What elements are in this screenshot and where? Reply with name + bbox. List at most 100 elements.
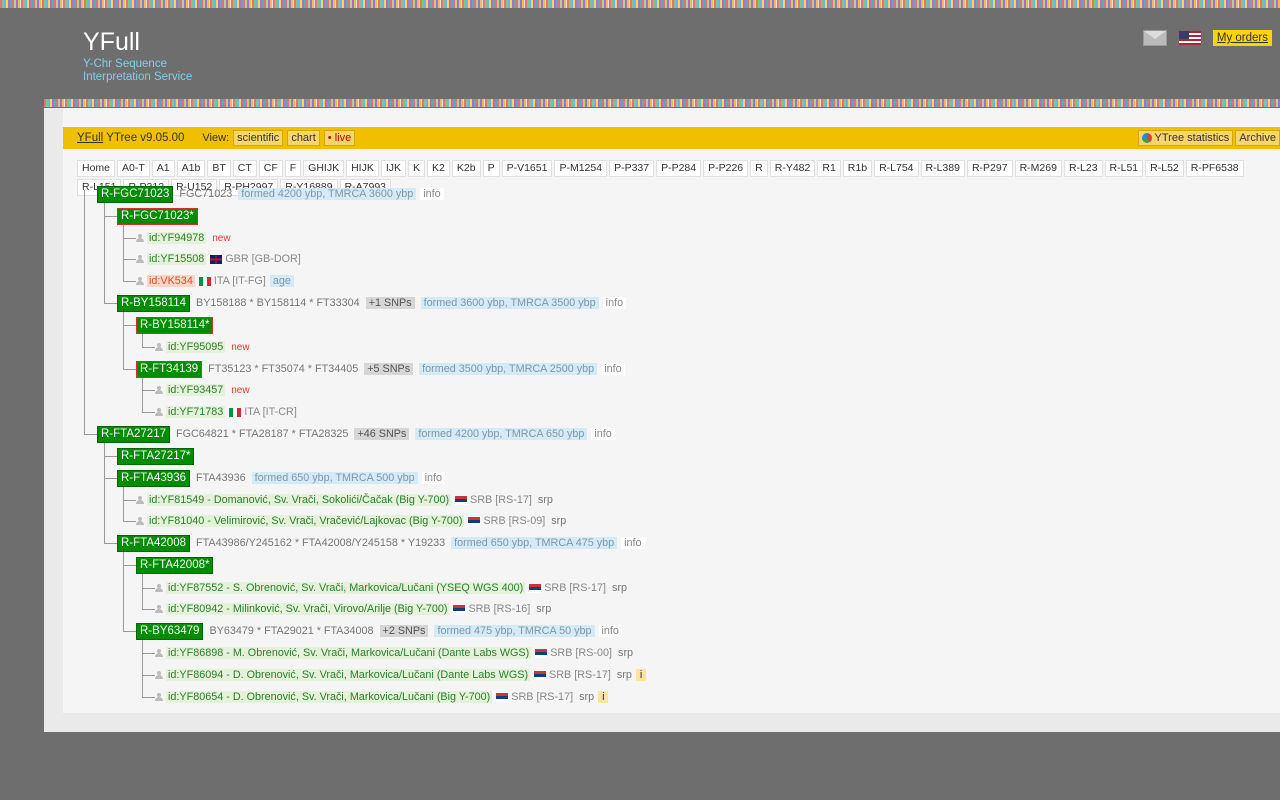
- nav-item[interactable]: GHIJK: [303, 160, 345, 177]
- snp-count-button[interactable]: +5 SNPs: [364, 363, 414, 375]
- haplogroup-node[interactable]: R-FT34139: [136, 360, 203, 378]
- nav-item[interactable]: P: [482, 160, 500, 177]
- us-flag-icon[interactable]: [1178, 31, 1201, 45]
- age-estimate: formed 3500 ybp, TMRCA 2500 ybp: [419, 363, 598, 375]
- sample-row: id:YF93457 new: [155, 382, 250, 398]
- nav-item[interactable]: R-L23: [1063, 160, 1103, 177]
- info-link[interactable]: info: [421, 472, 446, 484]
- haplogroup-node[interactable]: R-FTA27217: [97, 425, 170, 443]
- nav-item[interactable]: R-Y482: [769, 160, 816, 177]
- snp-list: BY158188 * BY158114 * FT33304: [196, 297, 360, 309]
- sample-id-link[interactable]: id:YF93457: [166, 384, 226, 396]
- haplogroup-node[interactable]: R-FTA42008*: [136, 556, 214, 574]
- nav-item[interactable]: P-V1651: [501, 160, 553, 177]
- info-badge[interactable]: i: [598, 691, 609, 703]
- sample-id-link[interactable]: id:YF94978: [147, 232, 207, 244]
- language-tag: srp: [616, 669, 632, 681]
- ytree-statistics-button[interactable]: YTree statistics: [1137, 130, 1234, 146]
- person-icon: [136, 255, 144, 263]
- info-badge[interactable]: i: [635, 669, 647, 681]
- tree-connector: [84, 434, 97, 435]
- info-link[interactable]: info: [601, 363, 625, 375]
- nav-item[interactable]: HIJK: [346, 160, 379, 177]
- language-tag: srp: [537, 494, 553, 506]
- rs-flag-icon: [535, 648, 548, 658]
- sample-origin: SRB [RS-09]: [483, 515, 546, 527]
- nav-item[interactable]: R-P297: [966, 160, 1013, 177]
- view-scientific-button[interactable]: scientific: [233, 130, 284, 146]
- info-link[interactable]: info: [591, 428, 615, 440]
- view-live-button[interactable]: • live: [323, 130, 356, 146]
- info-link[interactable]: info: [598, 625, 622, 637]
- sample-id-link[interactable]: id:YF80942 - Milinković, Sv. Vrači, Viro…: [166, 603, 450, 615]
- snp-count-button[interactable]: +46 SNPs: [354, 428, 410, 440]
- mail-icon[interactable]: [1142, 30, 1167, 46]
- haplogroup-node[interactable]: R-FTA43936: [117, 469, 190, 487]
- nav-item[interactable]: R-L754: [874, 160, 919, 177]
- tree-connector: [123, 325, 136, 326]
- language-tag: srp: [612, 582, 628, 594]
- nav-item[interactable]: A1: [151, 160, 175, 177]
- nav-item[interactable]: P-P226: [703, 160, 749, 177]
- person-icon: [136, 234, 144, 242]
- haplogroup-node[interactable]: R-FGC71023: [97, 185, 174, 203]
- nav-item[interactable]: K2b: [451, 160, 481, 177]
- sample-id-link[interactable]: id:YF80654 - D. Obrenović, Sv. Vrači, Ma…: [166, 691, 493, 703]
- yfull-link[interactable]: YFull: [77, 132, 103, 144]
- tree-connector: [142, 377, 143, 412]
- my-orders-link[interactable]: My orders: [1212, 30, 1272, 46]
- nav-item[interactable]: R1b: [842, 160, 873, 177]
- haplogroup-node[interactable]: R-FTA42008: [117, 534, 190, 552]
- nav-item[interactable]: K: [408, 160, 426, 177]
- sample-id-link[interactable]: id:YF15508: [147, 253, 207, 265]
- haplogroup-node[interactable]: R-BY63479: [136, 622, 204, 640]
- nav-item[interactable]: R-PF6538: [1185, 160, 1244, 177]
- nav-item[interactable]: F: [284, 160, 302, 177]
- info-link[interactable]: info: [602, 297, 627, 309]
- sample-origin: SRB [RS-17]: [511, 691, 574, 703]
- sample-id-link[interactable]: id:YF86898 - M. Obrenović, Sv. Vrači, Ma…: [166, 647, 532, 659]
- sample-row: id:YF80654 - D. Obrenović, Sv. Vrači, Ma…: [155, 689, 609, 705]
- nav-item[interactable]: A1b: [176, 160, 206, 177]
- rs-flag-icon: [496, 692, 509, 702]
- sample-id-link[interactable]: id:YF86094 - D. Obrenović, Sv. Vrači, Ma…: [166, 669, 531, 681]
- sample-id-link[interactable]: id:YF71783: [166, 406, 226, 418]
- nav-item[interactable]: CF: [258, 160, 283, 177]
- nav-item[interactable]: R-L52: [1145, 160, 1184, 177]
- sample-id-link[interactable]: id:YF81549 - Domanović, Sv. Vrači, Sokol…: [147, 494, 452, 506]
- tree-connector: [142, 412, 155, 413]
- nav-item[interactable]: IJK: [380, 160, 407, 177]
- archive-button[interactable]: Archive: [1235, 130, 1280, 146]
- haplogroup-node[interactable]: R-FGC71023*: [117, 207, 198, 225]
- nav-item[interactable]: CT: [232, 160, 257, 177]
- snp-count-button[interactable]: +1 SNPs: [365, 297, 415, 309]
- nav-item[interactable]: R-M269: [1014, 160, 1062, 177]
- nav-item[interactable]: P-M1254: [554, 160, 608, 177]
- site-logo[interactable]: YFull: [83, 28, 140, 57]
- info-link[interactable]: info: [621, 537, 645, 549]
- haplogroup-node[interactable]: R-BY158114*: [136, 316, 214, 334]
- sample-id-link[interactable]: id:YF87552 - S. Obrenović, Sv. Vrači, Ma…: [166, 582, 526, 594]
- nav-item[interactable]: A0-T: [117, 160, 150, 177]
- view-chart-button[interactable]: chart: [287, 130, 320, 146]
- nav-item[interactable]: R-L389: [920, 160, 965, 177]
- nav-item[interactable]: BT: [207, 160, 231, 177]
- age-estimate: formed 4200 ybp, TMRCA 650 ybp: [415, 428, 588, 440]
- nav-item[interactable]: P-P284: [656, 160, 702, 177]
- sample-id-link[interactable]: id:YF95095: [166, 341, 226, 353]
- nav-item[interactable]: R: [750, 160, 768, 177]
- site-tagline: Y-Chr Sequence Interpretation Service: [83, 58, 193, 83]
- age-link[interactable]: age: [269, 275, 294, 287]
- info-link[interactable]: info: [420, 188, 444, 200]
- haplogroup-node[interactable]: R-FTA27217*: [117, 447, 195, 465]
- haplogroup-node[interactable]: R-BY158114: [117, 294, 190, 312]
- nav-item[interactable]: K2: [427, 160, 450, 177]
- nav-item[interactable]: R1: [817, 160, 841, 177]
- nav-item[interactable]: P-P337: [609, 160, 655, 177]
- nav-item[interactable]: R-L51: [1104, 160, 1144, 177]
- sample-id-link[interactable]: id:VK534: [147, 275, 195, 287]
- sample-id-link[interactable]: id:YF81040 - Velimirović, Sv. Vrači, Vra…: [147, 515, 465, 527]
- sample-row: id:YF81040 - Velimirović, Sv. Vrači, Vra…: [136, 513, 566, 529]
- nav-item[interactable]: Home: [77, 160, 116, 177]
- snp-count-button[interactable]: +2 SNPs: [379, 625, 429, 637]
